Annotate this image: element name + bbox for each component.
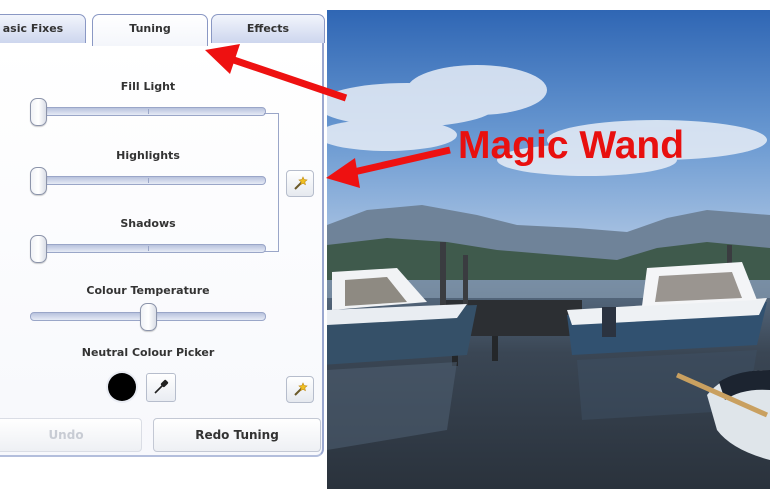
annotation-arrows — [205, 44, 451, 188]
magic-wand-annotation: Magic Wand — [458, 124, 685, 167]
tab-tuning[interactable]: Tuning — [92, 14, 208, 46]
